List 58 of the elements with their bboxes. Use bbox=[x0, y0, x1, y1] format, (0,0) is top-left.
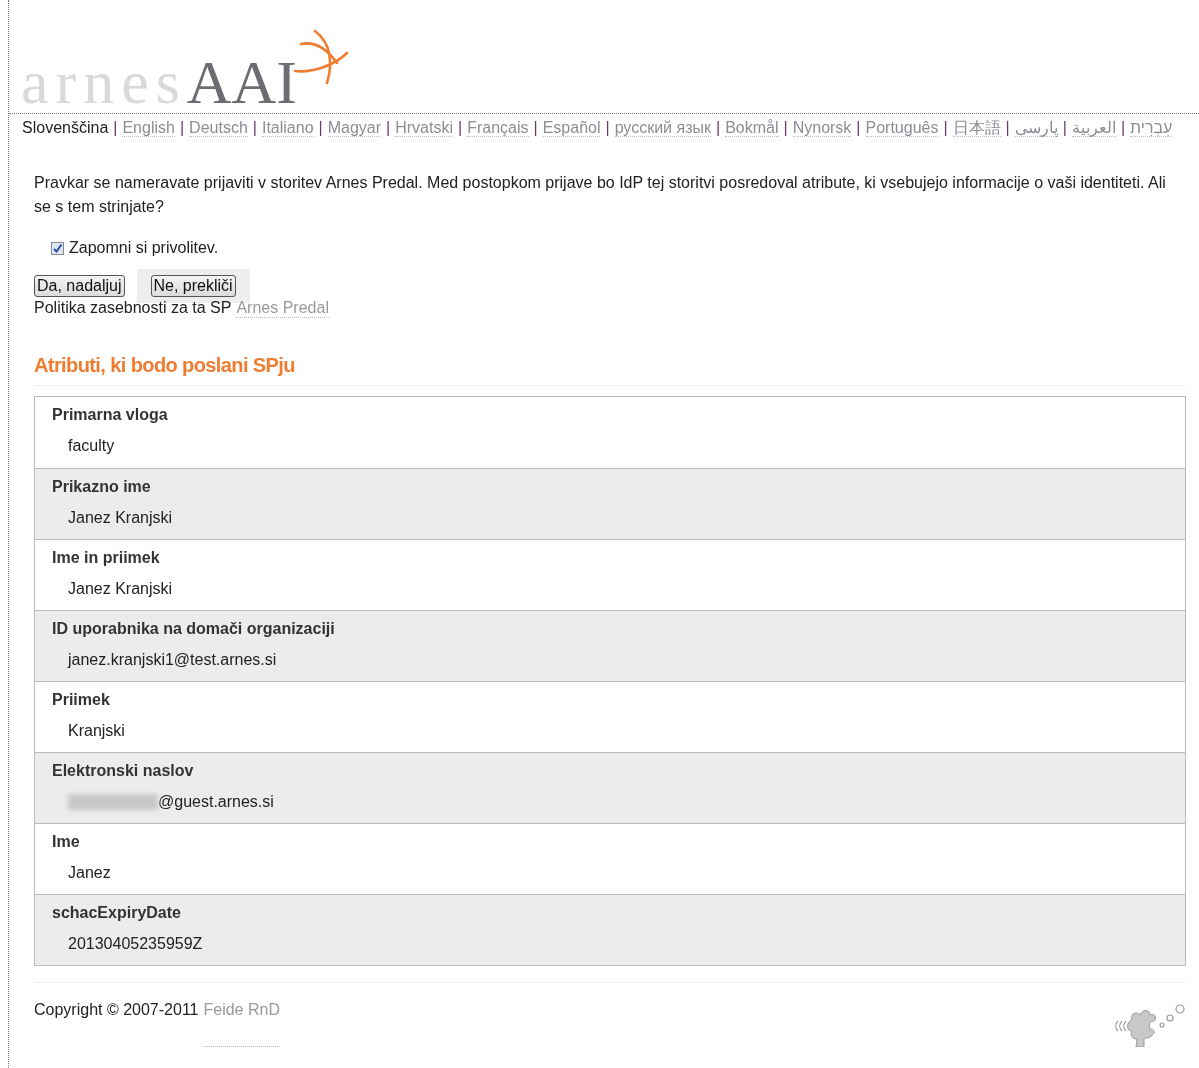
separator: | bbox=[113, 119, 118, 136]
language-link[interactable]: Português bbox=[865, 119, 939, 137]
footer-link[interactable]: Feide RnD bbox=[203, 1001, 280, 1047]
language-link[interactable]: Hrvatski bbox=[395, 119, 453, 137]
copyright-text: Copyright © 2007-2011 bbox=[34, 1001, 199, 1020]
separator: | bbox=[533, 119, 538, 136]
attribute-name: Priimek bbox=[52, 691, 111, 709]
language-link[interactable]: پارسی bbox=[1014, 119, 1058, 137]
intro-text: Pravkar se nameravate prijaviti v storitev Arnes Predal. Med postopkom prijave bo IdP tej storitvi posredoval atribute, ki vsebujejo informacije o vaši identiteti. Ali se s tem strinjate? bbox=[34, 173, 1167, 217]
checkbox[interactable] bbox=[51, 241, 64, 255]
attribute-name: ID uporabnika na domači organizaciji bbox=[52, 620, 336, 638]
attribute-name: Prikazno ime bbox=[52, 478, 152, 496]
language-link[interactable]: Bokmål bbox=[725, 119, 779, 137]
current-language: Slovenščina bbox=[22, 119, 109, 136]
attribute-value: 20130405235959Z bbox=[68, 935, 203, 953]
language-link[interactable]: עִבְרִית bbox=[1130, 119, 1173, 137]
attribute-value: Janez bbox=[68, 864, 111, 882]
attribute-value: faculty bbox=[68, 437, 115, 455]
checkbox-label[interactable]: Zapomni si privolitev. bbox=[69, 239, 219, 257]
privacy-text: Politika zasebnosti za ta SP bbox=[34, 299, 232, 318]
attribute-name: Elektronski naslov bbox=[52, 762, 195, 780]
separator: | bbox=[1120, 119, 1126, 136]
separator: | bbox=[386, 119, 391, 136]
language-link[interactable]: 日本語 bbox=[952, 119, 1001, 137]
attribute-name: Ime in priimek bbox=[52, 549, 161, 567]
language-link[interactable]: Italiano bbox=[261, 119, 314, 137]
attribute-value: janez.kranjski1@test.arnes.si bbox=[68, 651, 277, 669]
section-heading: Atributi, ki bodo poslani SPju bbox=[34, 354, 1186, 386]
attribute-value: Kranjski bbox=[68, 722, 125, 740]
language-link[interactable]: Español bbox=[542, 119, 601, 137]
privacy-link[interactable]: Arnes Predal bbox=[236, 299, 329, 318]
attribute-value: Janez Kranjski bbox=[68, 580, 173, 598]
separator: | bbox=[1062, 119, 1067, 136]
language-link[interactable]: العربية bbox=[1071, 119, 1116, 137]
attribute-name: Primarna vloga bbox=[52, 406, 169, 424]
attribute-name: schacExpiryDate bbox=[52, 904, 182, 922]
attribute-value: @guest.arnes.si bbox=[158, 793, 274, 811]
cancel-button[interactable]: Ne, prekliči bbox=[150, 275, 236, 297]
separator: | bbox=[252, 119, 257, 136]
separator: | bbox=[605, 119, 610, 136]
language-link[interactable]: русский язык bbox=[614, 119, 711, 137]
separator: | bbox=[716, 119, 721, 136]
language-link[interactable]: English bbox=[122, 119, 175, 137]
separator: | bbox=[1005, 119, 1010, 136]
separator: | bbox=[943, 119, 948, 136]
continue-button[interactable]: Da, nadaljuj bbox=[34, 275, 125, 297]
attribute-value: Janez Kranjski bbox=[68, 509, 173, 527]
separator: | bbox=[856, 119, 861, 136]
attribute-name: Ime bbox=[52, 833, 81, 851]
language-link[interactable]: Deutsch bbox=[189, 119, 248, 137]
separator: | bbox=[318, 119, 323, 136]
logo-text: AAI bbox=[186, 47, 297, 113]
separator: | bbox=[783, 119, 788, 136]
separator: | bbox=[179, 119, 185, 136]
language-link[interactable]: Français bbox=[467, 119, 529, 137]
language-link[interactable]: Nynorsk bbox=[792, 119, 852, 137]
separator: | bbox=[458, 119, 463, 136]
language-link[interactable]: Magyar bbox=[327, 119, 382, 137]
